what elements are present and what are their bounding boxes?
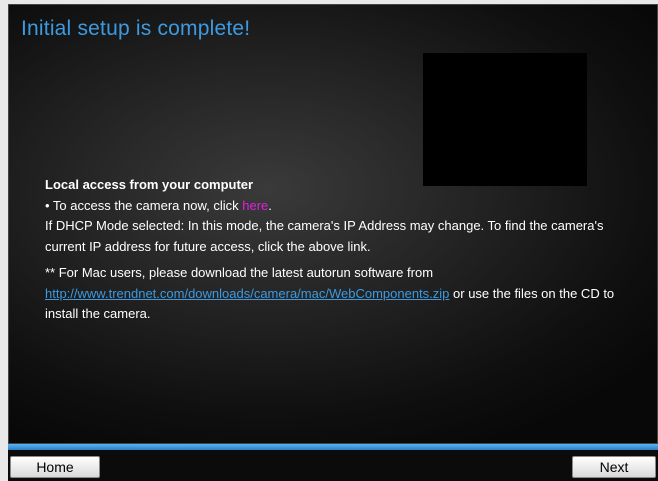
setup-complete-panel: Initial setup is complete! Local access … bbox=[8, 4, 658, 444]
mac-note: ** For Mac users, please download the la… bbox=[45, 263, 625, 325]
footer-bar: Home Next bbox=[8, 444, 658, 481]
local-access-heading: Local access from your computer bbox=[45, 177, 254, 192]
mac-download-link[interactable]: http://www.trendnet.com/downloads/camera… bbox=[45, 286, 449, 301]
access-camera-suffix: . bbox=[268, 197, 272, 213]
local-access-section: Local access from your computer • To acc… bbox=[45, 175, 625, 325]
mac-note-text: ** For Mac users, please download the la… bbox=[45, 265, 434, 280]
page-title: Initial setup is complete! bbox=[21, 17, 251, 40]
footer-stripe bbox=[8, 444, 658, 450]
access-camera-line: • To access the camera now, click here. bbox=[45, 196, 625, 217]
camera-preview bbox=[423, 53, 587, 186]
access-camera-text: • To access the camera now, click bbox=[45, 197, 243, 213]
home-button[interactable]: Home bbox=[10, 456, 100, 478]
dhcp-note: If DHCP Mode selected: In this mode, the… bbox=[45, 218, 604, 254]
here-link[interactable]: here bbox=[242, 198, 268, 213]
next-button[interactable]: Next bbox=[572, 456, 656, 478]
